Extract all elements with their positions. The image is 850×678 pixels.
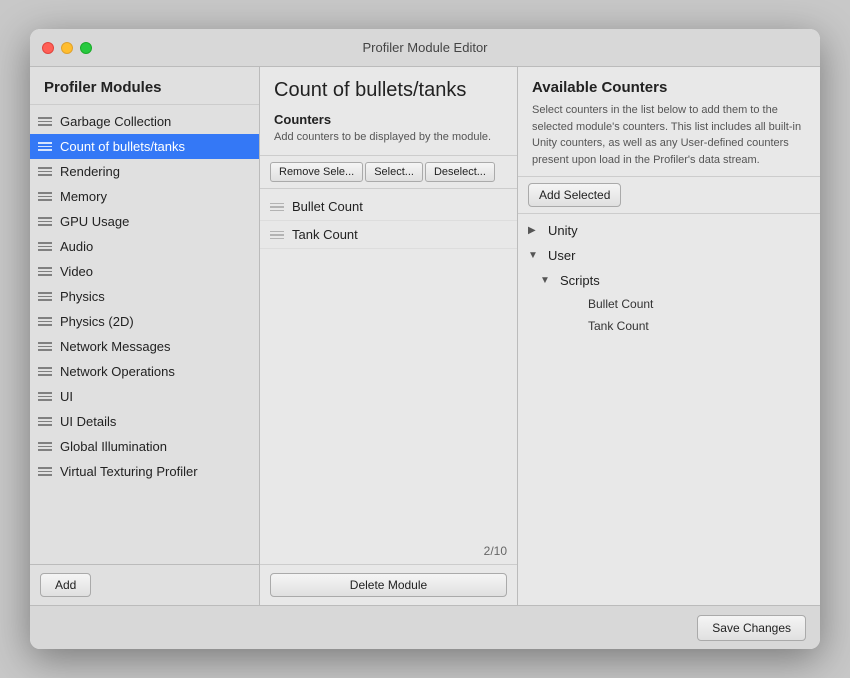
- module-item-memory[interactable]: Memory: [30, 184, 259, 209]
- middle-panel: Count of bullets/tanks Counters Add coun…: [260, 67, 518, 605]
- drag-handle-icon: [270, 203, 284, 212]
- module-item-virtual-texturing[interactable]: Virtual Texturing Profiler: [30, 459, 259, 484]
- tree-item-user[interactable]: User: [518, 243, 820, 268]
- module-item-physics[interactable]: Physics: [30, 284, 259, 309]
- counter-item[interactable]: Tank Count: [260, 221, 517, 249]
- counter-tree: Unity User Scripts Bullet Count: [518, 214, 820, 605]
- drag-handle-icon: [270, 231, 284, 240]
- module-label: Physics (2D): [60, 314, 134, 329]
- scripts-expand-icon: [540, 275, 556, 286]
- unity-expand-icon: [528, 225, 544, 236]
- module-label: UI Details: [60, 414, 116, 429]
- drag-handle-icon: [38, 192, 52, 201]
- counter-label: Tank Count: [292, 227, 358, 242]
- module-label: UI: [60, 389, 73, 404]
- counter-toolbar: Remove Sele... Select... Deselect...: [260, 156, 517, 189]
- module-label: Garbage Collection: [60, 114, 171, 129]
- counter-label: Bullet Count: [292, 199, 363, 214]
- module-item-rendering[interactable]: Rendering: [30, 159, 259, 184]
- profiler-modules-header: Profiler Modules: [30, 67, 259, 105]
- tree-leaf-bullet-count[interactable]: Bullet Count: [518, 293, 820, 315]
- drag-handle-icon: [38, 167, 52, 176]
- module-item-network-operations[interactable]: Network Operations: [30, 359, 259, 384]
- module-item-network-messages[interactable]: Network Messages: [30, 334, 259, 359]
- unity-label: Unity: [548, 223, 578, 238]
- module-label: Network Messages: [60, 339, 171, 354]
- drag-handle-icon: [38, 267, 52, 276]
- left-panel-footer: Add: [30, 564, 259, 605]
- drag-handle-icon: [38, 417, 52, 426]
- module-label: Network Operations: [60, 364, 175, 379]
- available-counters-description: Select counters in the list below to add…: [532, 102, 806, 168]
- bullet-count-label: Bullet Count: [588, 297, 653, 311]
- bottom-bar: Save Changes: [30, 605, 820, 649]
- module-item-audio[interactable]: Audio: [30, 234, 259, 259]
- module-item-global-illumination[interactable]: Global Illumination: [30, 434, 259, 459]
- traffic-lights: [42, 42, 92, 54]
- module-item-gpu-usage[interactable]: GPU Usage: [30, 209, 259, 234]
- left-panel: Profiler Modules Garbage Collection Coun…: [30, 67, 260, 605]
- module-label: GPU Usage: [60, 214, 129, 229]
- module-item-physics-2d[interactable]: Physics (2D): [30, 309, 259, 334]
- available-counters-title: Available Counters: [532, 79, 806, 96]
- remove-selected-button[interactable]: Remove Sele...: [270, 162, 363, 182]
- window-title: Profiler Module Editor: [363, 40, 488, 55]
- minimize-button[interactable]: [61, 42, 73, 54]
- counters-label: Counters: [274, 112, 503, 127]
- module-item-garbage-collection[interactable]: Garbage Collection: [30, 109, 259, 134]
- middle-header: Count of bullets/tanks Counters Add coun…: [260, 67, 517, 156]
- module-list: Garbage Collection Count of bullets/tank…: [30, 105, 259, 564]
- module-label: Global Illumination: [60, 439, 167, 454]
- add-selected-button[interactable]: Add Selected: [528, 183, 621, 207]
- user-expand-icon: [528, 250, 544, 261]
- drag-handle-icon: [38, 142, 52, 151]
- save-changes-button[interactable]: Save Changes: [697, 615, 806, 641]
- module-label: Video: [60, 264, 93, 279]
- main-content: Profiler Modules Garbage Collection Coun…: [30, 67, 820, 605]
- tree-leaf-tank-count[interactable]: Tank Count: [518, 315, 820, 337]
- user-label: User: [548, 248, 575, 263]
- counters-description: Add counters to be displayed by the modu…: [274, 130, 503, 145]
- counter-list: Bullet Count Tank Count: [260, 189, 517, 542]
- drag-handle-icon: [38, 442, 52, 451]
- module-label: Physics: [60, 289, 105, 304]
- drag-handle-icon: [38, 342, 52, 351]
- module-item-ui[interactable]: UI: [30, 384, 259, 409]
- drag-handle-icon: [38, 467, 52, 476]
- drag-handle-icon: [38, 367, 52, 376]
- drag-handle-icon: [38, 242, 52, 251]
- maximize-button[interactable]: [80, 42, 92, 54]
- close-button[interactable]: [42, 42, 54, 54]
- drag-handle-icon: [38, 217, 52, 226]
- main-window: Profiler Module Editor Profiler Modules …: [30, 29, 820, 649]
- tank-count-label: Tank Count: [588, 319, 649, 333]
- add-module-button[interactable]: Add: [40, 573, 91, 597]
- middle-footer: Delete Module: [260, 564, 517, 605]
- module-item-count-bullets-tanks[interactable]: Count of bullets/tanks: [30, 134, 259, 159]
- module-title: Count of bullets/tanks: [274, 79, 503, 102]
- tree-item-scripts[interactable]: Scripts: [518, 268, 820, 293]
- deselect-button[interactable]: Deselect...: [425, 162, 495, 182]
- module-label: Audio: [60, 239, 93, 254]
- right-toolbar: Add Selected: [518, 177, 820, 214]
- module-label: Rendering: [60, 164, 120, 179]
- counter-count: 2/10: [484, 544, 507, 558]
- select-button[interactable]: Select...: [365, 162, 423, 182]
- drag-handle-icon: [38, 317, 52, 326]
- drag-handle-icon: [38, 117, 52, 126]
- drag-handle-icon: [38, 292, 52, 301]
- tree-item-unity[interactable]: Unity: [518, 218, 820, 243]
- titlebar: Profiler Module Editor: [30, 29, 820, 67]
- delete-module-button[interactable]: Delete Module: [270, 573, 507, 597]
- right-header: Available Counters Select counters in th…: [518, 67, 820, 177]
- module-label: Memory: [60, 189, 107, 204]
- module-label: Virtual Texturing Profiler: [60, 464, 198, 479]
- scripts-label: Scripts: [560, 273, 600, 288]
- module-item-video[interactable]: Video: [30, 259, 259, 284]
- counter-item[interactable]: Bullet Count: [260, 193, 517, 221]
- right-panel: Available Counters Select counters in th…: [518, 67, 820, 605]
- module-item-ui-details[interactable]: UI Details: [30, 409, 259, 434]
- drag-handle-icon: [38, 392, 52, 401]
- module-label: Count of bullets/tanks: [60, 139, 185, 154]
